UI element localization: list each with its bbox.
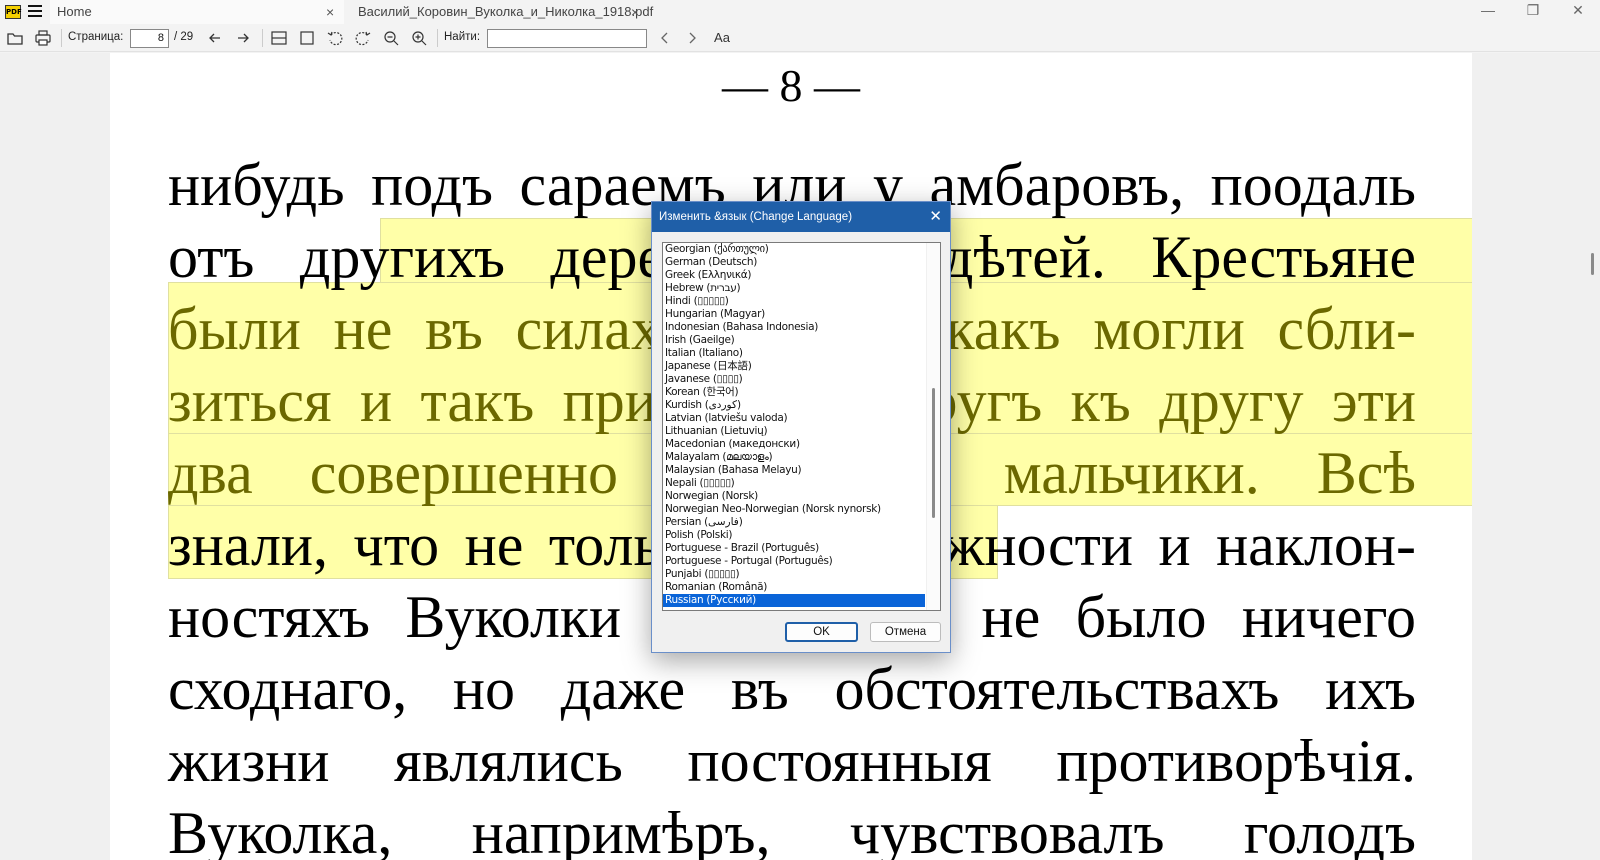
language-option[interactable]: Nepali (▯▯▯▯▯) — [663, 477, 925, 490]
page-number-input[interactable]: 8 — [130, 29, 169, 48]
zoom-out-icon[interactable] — [381, 28, 401, 48]
language-option[interactable]: Persian (فارسی) — [663, 516, 925, 529]
toolbar: Страница: 8 / 29 Найти: Aa — [0, 24, 1600, 52]
find-input[interactable] — [487, 29, 647, 48]
ok-button[interactable]: OK — [785, 622, 858, 642]
rotate-left-icon[interactable] — [325, 28, 345, 48]
separator — [437, 29, 438, 47]
page-number-heading: — 8 — — [722, 60, 860, 111]
language-option[interactable]: Malayalam (മലയാളം) — [663, 451, 925, 464]
vertical-scrollbar[interactable] — [1591, 253, 1594, 275]
listbox-scrollbar[interactable] — [926, 243, 940, 610]
tab-label: Home — [57, 4, 92, 19]
dialog-title: Изменить &язык (Change Language) — [659, 211, 853, 223]
language-option[interactable]: Lithuanian (Lietuvių) — [663, 425, 925, 438]
app-logo-icon[interactable]: PDF — [5, 5, 22, 19]
dialog-title-bar[interactable]: Изменить &язык (Change Language) ✕ — [652, 202, 950, 232]
language-option[interactable]: Korean (한국어) — [663, 386, 925, 399]
language-option[interactable]: Norwegian (Norsk) — [663, 490, 925, 503]
separator — [61, 29, 62, 47]
language-option[interactable]: Malaysian (Bahasa Melayu) — [663, 464, 925, 477]
separator — [262, 29, 263, 47]
language-option[interactable]: Portuguese - Portugal (Português) — [663, 555, 925, 568]
language-option[interactable]: Japanese (日本語) — [663, 360, 925, 373]
tab-home[interactable]: Home × — [50, 0, 344, 24]
close-window-icon[interactable]: ✕ — [1563, 2, 1593, 19]
text-line: сходнаго, но даже въ обстоятельствахъ их… — [168, 656, 1416, 722]
language-option[interactable]: Norwegian Neo-Norwegian (Norsk nynorsk) — [663, 503, 925, 516]
arrow-right-icon[interactable] — [233, 28, 253, 48]
language-option[interactable]: Punjabi (▯▯▯▯▯) — [663, 568, 925, 581]
language-option[interactable]: Irish (Gaeilge) — [663, 334, 925, 347]
rotate-right-icon[interactable] — [353, 28, 373, 48]
language-option[interactable]: Greek (Ελληνικά) — [663, 269, 925, 282]
title-bar: PDF Home × Василий_Коровин_Вуколка_и_Ник… — [0, 0, 1600, 24]
language-listbox[interactable]: Georgian (ქართული) German (Deutsch) Greek … — [662, 242, 941, 611]
font-size-icon[interactable]: Aa — [710, 28, 734, 48]
open-folder-icon[interactable] — [5, 28, 25, 48]
arrow-left-icon[interactable] — [205, 28, 225, 48]
language-option[interactable]: Kurdish (کوردی) — [663, 399, 925, 412]
language-option[interactable]: Javanese (▯▯▯▯) — [663, 373, 925, 386]
dialog-close-icon[interactable]: ✕ — [929, 202, 942, 232]
language-option[interactable]: Hungarian (Magyar) — [663, 308, 925, 321]
tab-document[interactable]: Василий_Коровин_Вуколка_и_Николка_1918.p… — [346, 0, 653, 24]
chevron-right-icon[interactable] — [682, 28, 702, 48]
listbox-scroll-thumb[interactable] — [932, 388, 935, 518]
tab-label: Василий_Коровин_Вуколка_и_Николка_1918.p… — [358, 4, 654, 19]
hamburger-menu-icon[interactable] — [28, 5, 42, 19]
language-option[interactable]: Italian (Italiano) — [663, 347, 925, 360]
language-option[interactable]: Indonesian (Bahasa Indonesia) — [663, 321, 925, 334]
language-option[interactable]: Romanian (Română) — [663, 581, 925, 594]
page-total: / 29 — [174, 31, 194, 43]
language-option[interactable]: Georgian (ქართული) — [663, 243, 925, 256]
cancel-button[interactable]: Отмена — [870, 622, 941, 642]
language-option[interactable]: Hebrew (עברית) — [663, 282, 925, 295]
page-label: Страница: — [68, 31, 124, 43]
language-option[interactable]: Hindi (▯▯▯▯▯) — [663, 295, 925, 308]
chevron-left-icon[interactable] — [655, 28, 675, 48]
language-option[interactable]: German (Deutsch) — [663, 256, 925, 269]
language-option[interactable]: Polish (Polski) — [663, 529, 925, 542]
tab-close-icon[interactable]: × — [631, 0, 639, 24]
language-option[interactable]: Portuguese - Brazil (Português) — [663, 542, 925, 555]
language-option[interactable]: Latvian (latviešu valoda) — [663, 412, 925, 425]
find-label: Найти: — [444, 31, 481, 43]
language-option[interactable]: Macedonian (македонски) — [663, 438, 925, 451]
language-option[interactable]: Russian (Русский) — [663, 594, 925, 607]
fit-page-icon[interactable] — [297, 28, 317, 48]
text-line: Вуколка, напримѣръ, чувствовалъ голодъ — [168, 800, 1416, 860]
text-line: жизни являлись постоянныя противорѣчія. — [168, 728, 1416, 794]
change-language-dialog: Изменить &язык (Change Language) ✕ Georg… — [651, 201, 951, 653]
minimize-icon[interactable]: — — [1473, 2, 1503, 18]
restore-icon[interactable]: ❐ — [1518, 2, 1548, 19]
fit-width-icon[interactable] — [269, 28, 289, 48]
zoom-in-icon[interactable] — [409, 28, 429, 48]
print-icon[interactable] — [33, 28, 53, 48]
tab-close-icon[interactable]: × — [326, 0, 334, 24]
